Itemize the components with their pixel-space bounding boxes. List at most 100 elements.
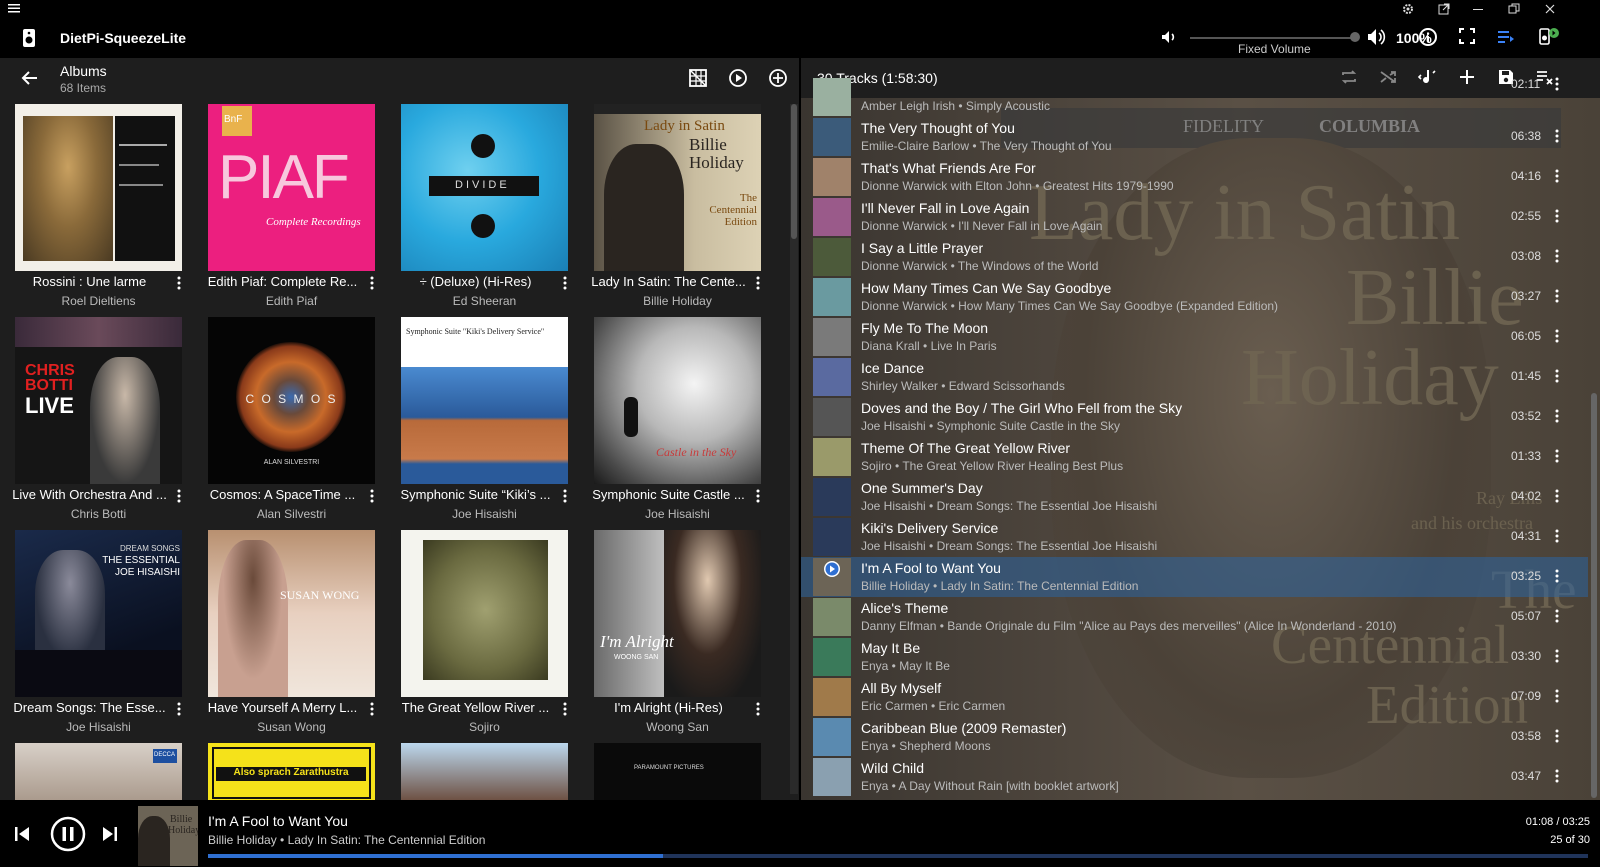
queue-toggle-icon[interactable]: [1496, 27, 1516, 47]
album-cover[interactable]: I'm Alright WOONG SAN: [594, 530, 761, 697]
queue-row[interactable]: Doves and the Boy / The Girl Who Fell fr…: [801, 397, 1588, 437]
album-title[interactable]: Edith Piaf: Complete Re...: [197, 274, 382, 289]
queue-row[interactable]: Theme Of The Great Yellow River Sojiro • …: [801, 437, 1588, 477]
pause-icon[interactable]: [50, 816, 86, 852]
track-thumbnail[interactable]: [813, 598, 851, 636]
player-name[interactable]: DietPi-SqueezeLite: [60, 30, 186, 46]
more-vert-icon[interactable]: [562, 702, 568, 721]
now-playing-artwork[interactable]: Billie Holiday: [138, 806, 198, 866]
more-vert-icon[interactable]: [562, 276, 568, 295]
more-vert-icon[interactable]: [755, 276, 761, 295]
more-vert-icon[interactable]: [176, 489, 182, 508]
track-thumbnail[interactable]: [813, 118, 851, 156]
album-title[interactable]: Dream Songs: The Esse...: [4, 700, 189, 715]
album-artist[interactable]: Ed Sheeran: [390, 294, 579, 308]
queue-row[interactable]: I'll Never Fall in Love Again Dionne Warw…: [801, 197, 1588, 237]
volume-slider[interactable]: [1190, 37, 1356, 39]
album-cover[interactable]: [401, 530, 568, 697]
queue-row[interactable]: Caribbean Blue (2009 Remaster) Enya • She…: [801, 717, 1588, 757]
more-vert-icon[interactable]: [1554, 249, 1560, 268]
album-cover[interactable]: CHRIS BOTTI LIVE: [15, 317, 182, 484]
track-thumbnail[interactable]: [813, 158, 851, 196]
queue-row[interactable]: One Summer's Day Joe Hisaishi • Dream Son…: [801, 477, 1588, 517]
more-vert-icon[interactable]: [1554, 609, 1560, 628]
album-title[interactable]: Symphonic Suite Castle ...: [583, 487, 768, 502]
track-thumbnail[interactable]: [813, 278, 851, 316]
track-thumbnail[interactable]: [813, 398, 851, 436]
track-thumbnail[interactable]: [813, 78, 851, 116]
track-thumbnail[interactable]: [813, 238, 851, 276]
popout-icon[interactable]: [1432, 1, 1456, 17]
more-vert-icon[interactable]: [369, 489, 375, 508]
more-vert-icon[interactable]: [1554, 729, 1560, 748]
more-vert-icon[interactable]: [176, 276, 182, 295]
queue-row[interactable]: Ice Dance Shirley Walker • Edward Scissor…: [801, 357, 1588, 397]
queue-row[interactable]: Amber Leigh Irish • Simply Acoustic 02:1…: [801, 77, 1588, 117]
queue-row[interactable]: Wild Child Enya • A Day Without Rain [wit…: [801, 757, 1588, 797]
album-title[interactable]: Have Yourself A Merry L...: [197, 700, 382, 715]
track-thumbnail[interactable]: [813, 438, 851, 476]
play-all-icon[interactable]: [728, 68, 748, 88]
close-icon[interactable]: [1538, 1, 1562, 17]
queue-row[interactable]: The Very Thought of You Emilie-Claire Bar…: [801, 117, 1588, 157]
album-artist[interactable]: Alan Silvestri: [197, 507, 386, 521]
more-vert-icon[interactable]: [1554, 169, 1560, 188]
track-thumbnail[interactable]: [813, 318, 851, 356]
queue-row[interactable]: May It Be Enya • May It Be 03:30: [801, 637, 1588, 677]
album-cover[interactable]: Symphonic Suite "Kiki's Delivery Service…: [401, 317, 568, 484]
more-vert-icon[interactable]: [1554, 769, 1560, 788]
fullscreen-icon[interactable]: [1458, 27, 1476, 45]
more-vert-icon[interactable]: [1554, 369, 1560, 388]
album-cover[interactable]: DECCA: [15, 743, 182, 800]
more-vert-icon[interactable]: [1554, 329, 1560, 348]
more-vert-icon[interactable]: [1554, 449, 1560, 468]
queue-row-current[interactable]: I'm A Fool to Want You Billie Holiday • L…: [801, 557, 1588, 597]
info-icon[interactable]: [1418, 27, 1438, 47]
queue-row[interactable]: Alice's Theme Danny Elfman • Bande Origin…: [801, 597, 1588, 637]
album-artist[interactable]: Sojiro: [390, 720, 579, 734]
more-vert-icon[interactable]: [755, 702, 761, 721]
album-artist[interactable]: Woong San: [583, 720, 772, 734]
album-cover[interactable]: BnF PIAF Complete Recordings: [208, 104, 375, 271]
track-thumbnail[interactable]: [813, 558, 851, 596]
browse-scrollbar[interactable]: [790, 104, 798, 794]
album-title[interactable]: ÷ (Deluxe) (Hi-Res): [390, 274, 575, 289]
more-vert-icon[interactable]: [1554, 289, 1560, 308]
album-title[interactable]: Lady In Satin: The Cente...: [583, 274, 768, 289]
queue-row[interactable]: I Say a Little Prayer Dionne Warwick • Th…: [801, 237, 1588, 277]
add-all-icon[interactable]: [768, 68, 788, 88]
minimize-icon[interactable]: [1466, 1, 1490, 17]
more-vert-icon[interactable]: [176, 702, 182, 721]
skip-next-icon[interactable]: [100, 824, 120, 844]
track-thumbnail[interactable]: [813, 718, 851, 756]
album-cover[interactable]: [401, 743, 568, 800]
album-artist[interactable]: Billie Holiday: [583, 294, 772, 308]
album-title[interactable]: Rossini : Une larme: [4, 274, 189, 289]
player-switch-icon[interactable]: [1538, 27, 1560, 47]
queue-row[interactable]: How Many Times Can We Say Goodbye Dionne …: [801, 277, 1588, 317]
album-title[interactable]: Symphonic Suite “Kiki’s ...: [390, 487, 575, 502]
more-vert-icon[interactable]: [755, 489, 761, 508]
queue-scrollbar[interactable]: [1589, 98, 1599, 800]
volume-up-icon[interactable]: [1366, 27, 1386, 47]
speaker-device-icon[interactable]: [18, 27, 40, 49]
album-cover[interactable]: SUSAN WONG: [208, 530, 375, 697]
album-cover[interactable]: C O S M O S ALAN SILVESTRI: [208, 317, 375, 484]
track-thumbnail[interactable]: [813, 678, 851, 716]
track-thumbnail[interactable]: [813, 758, 851, 796]
settings-icon[interactable]: [1396, 1, 1420, 17]
queue-row[interactable]: That's What Friends Are For Dionne Warwic…: [801, 157, 1588, 197]
more-vert-icon[interactable]: [1554, 569, 1560, 588]
progress-bar[interactable]: [208, 854, 1588, 858]
track-thumbnail[interactable]: [813, 478, 851, 516]
volume-down-icon[interactable]: [1160, 28, 1178, 46]
album-artist[interactable]: Edith Piaf: [197, 294, 386, 308]
menu-icon[interactable]: [8, 2, 20, 14]
more-vert-icon[interactable]: [1554, 209, 1560, 228]
more-vert-icon[interactable]: [1554, 409, 1560, 428]
grid-view-icon[interactable]: [688, 68, 708, 88]
album-title[interactable]: Live With Orchestra And ...: [4, 487, 189, 502]
more-vert-icon[interactable]: [1554, 529, 1560, 548]
album-cover[interactable]: Lady in Satin Billie Holiday The Centenn…: [594, 104, 761, 271]
album-artist[interactable]: Joe Hisaishi: [390, 507, 579, 521]
